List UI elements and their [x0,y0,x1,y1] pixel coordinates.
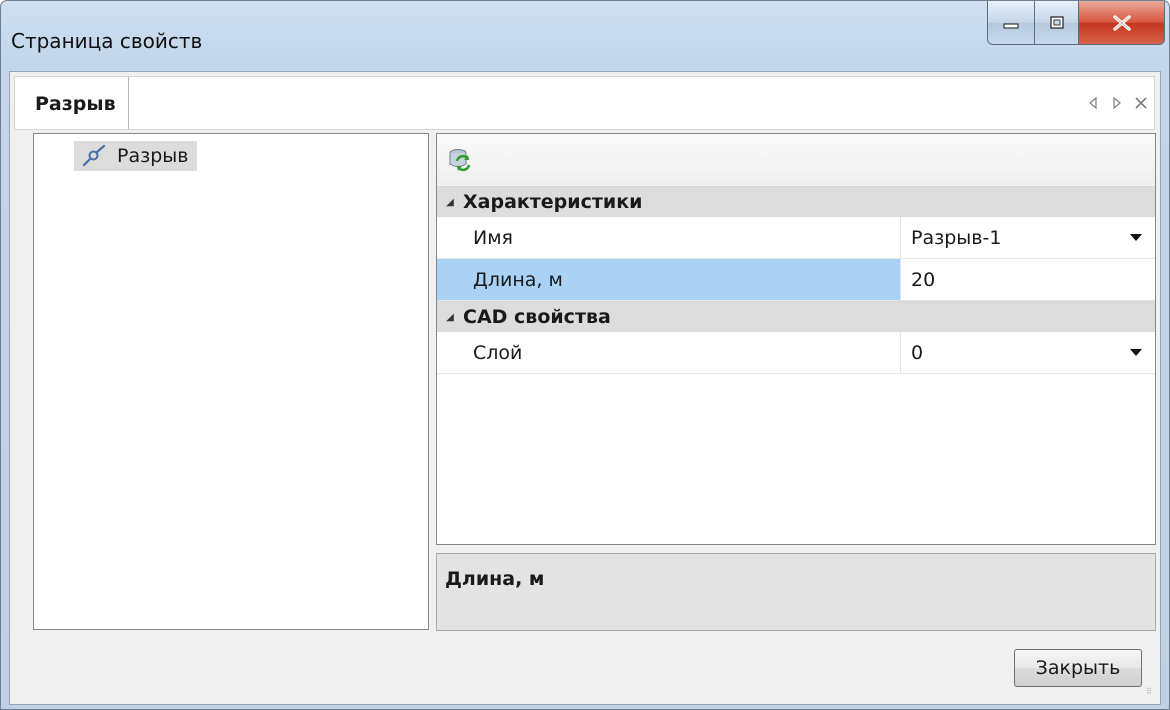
property-row-name[interactable]: Имя Разрыв-1 [437,217,1155,259]
dropdown-arrow-icon[interactable] [1130,234,1142,241]
property-grid: ◢ Характеристики Имя Разрыв-1 Длина, м 2… [436,133,1156,545]
dropdown-arrow-icon[interactable] [1130,349,1142,356]
window-controls [987,1,1165,45]
triangle-right-icon [1113,96,1121,110]
tree-item-break[interactable]: Разрыв [74,141,198,171]
scroll-left-button[interactable] [1086,94,1100,112]
maximize-button[interactable] [1035,1,1079,45]
property-value: 20 [911,268,936,291]
close-icon [1112,14,1131,31]
maximize-icon [1049,15,1064,29]
tab-navigation [1086,94,1148,112]
refresh-database-icon[interactable] [447,147,473,173]
content-area: Разрыв Разрыв ◢ Характеристики Имя Разры… [9,71,1161,705]
title-bar[interactable]: Страница свойств [1,1,1169,71]
document-tab-bar: Разрыв [14,76,1155,130]
property-description-panel: Длина, м [436,553,1156,631]
object-tree[interactable]: Разрыв [33,133,429,630]
triangle-left-icon [1089,96,1097,110]
category-characteristics[interactable]: ◢ Характеристики [437,186,1155,217]
property-value-dropdown[interactable]: 0 [901,332,1155,373]
collapse-triangle-icon[interactable]: ◢ [437,312,463,323]
close-icon [1135,97,1147,109]
property-value-dropdown[interactable]: Разрыв-1 [901,217,1155,258]
minimize-icon [1003,22,1019,29]
scroll-right-button[interactable] [1110,94,1124,112]
close-tab-button[interactable] [1134,94,1148,112]
tree-item-label: Разрыв [117,145,189,167]
property-row-layer[interactable]: Слой 0 [437,332,1155,374]
tab-break[interactable]: Разрыв [35,77,129,129]
minimize-button[interactable] [987,1,1035,45]
tab-label: Разрыв [35,93,116,115]
category-cad-properties[interactable]: ◢ CAD свойства [437,301,1155,332]
category-label: Характеристики [463,191,643,213]
property-name: Имя [437,217,901,258]
category-label: CAD свойства [463,306,611,328]
property-value: Разрыв-1 [911,226,1002,249]
property-name: Слой [437,332,901,373]
property-value: 0 [911,341,924,364]
property-value-input[interactable]: 20 [901,259,1155,300]
close-window-button[interactable] [1079,1,1165,45]
property-name: Длина, м [437,259,901,300]
window-title: Страница свойств [11,29,203,53]
description-title: Длина, м [445,568,545,590]
property-toolbar [437,134,1155,186]
property-page-window: Страница свойств Разрыв Разрыв ◢ Характе… [0,0,1170,710]
collapse-triangle-icon[interactable]: ◢ [437,197,463,208]
break-line-icon [82,144,106,167]
resize-grip[interactable]: ⠿ [1146,688,1158,702]
close-button[interactable]: Закрыть [1014,649,1142,687]
property-row-length[interactable]: Длина, м 20 [437,259,1155,301]
